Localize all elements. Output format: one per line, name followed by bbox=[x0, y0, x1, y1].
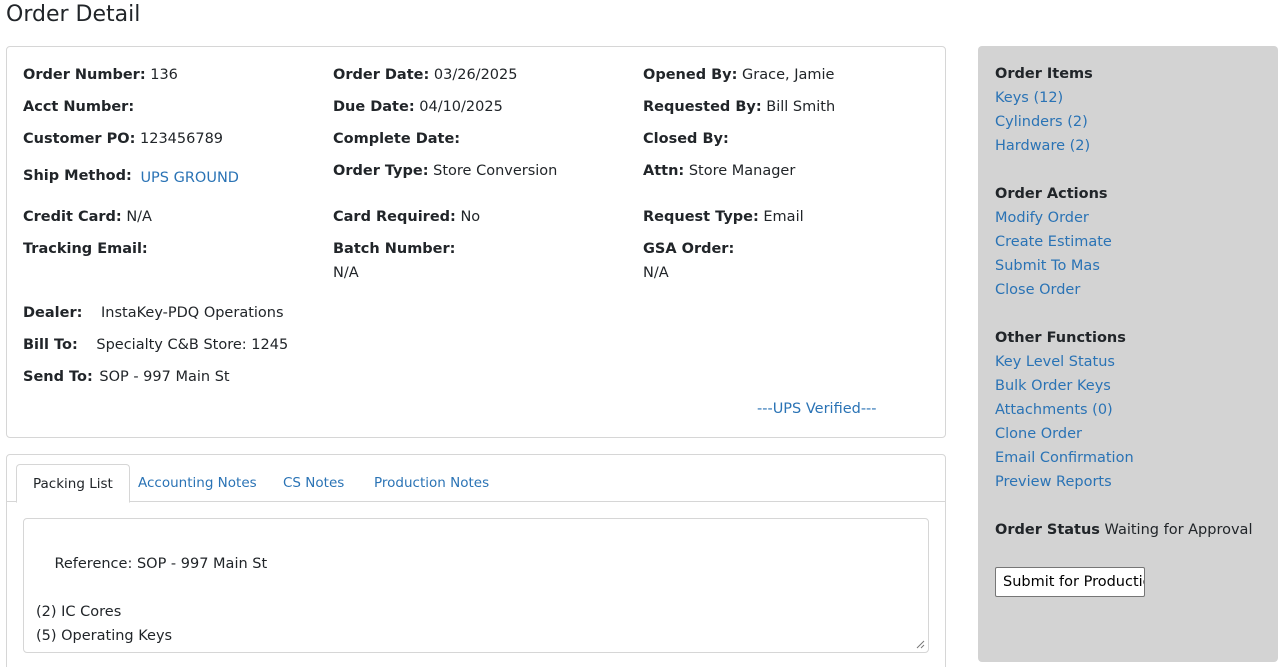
opened-by-value: Grace, Jamie bbox=[742, 67, 835, 83]
customer-po-value: 123456789 bbox=[140, 131, 224, 147]
dealer-value: InstaKey-PDQ Operations bbox=[101, 305, 284, 321]
tab-production-notes[interactable]: Production Notes bbox=[358, 464, 505, 503]
opened-by-label: Opened By: bbox=[643, 67, 738, 83]
requested-by-label: Requested By: bbox=[643, 99, 762, 115]
tracking-email-field: Tracking Email: bbox=[23, 241, 148, 257]
credit-card-value: N/A bbox=[126, 209, 152, 225]
requested-by-value: Bill Smith bbox=[766, 99, 836, 115]
order-items-heading: Order Items bbox=[995, 66, 1093, 82]
order-item-hardware-link[interactable]: Hardware (2) bbox=[995, 138, 1090, 154]
batch-number-value: N/A bbox=[333, 265, 359, 281]
bill-to-label: Bill To: bbox=[23, 337, 78, 353]
bill-to-field: Bill To: Specialty C&B Store: 1245 bbox=[23, 337, 288, 353]
credit-card-label: Credit Card: bbox=[23, 209, 122, 225]
order-date-field: Order Date: 03/26/2025 bbox=[333, 67, 517, 83]
bulk-order-keys-link[interactable]: Bulk Order Keys bbox=[995, 378, 1111, 394]
key-level-status-link[interactable]: Key Level Status bbox=[995, 354, 1115, 370]
submit-to-mas-link[interactable]: Submit To Mas bbox=[995, 258, 1100, 274]
card-required-label: Card Required: bbox=[333, 209, 456, 225]
resize-grip-icon[interactable] bbox=[915, 639, 925, 649]
request-type-value: Email bbox=[763, 209, 804, 225]
order-item-cylinders-link[interactable]: Cylinders (2) bbox=[995, 114, 1088, 130]
gsa-order-label: GSA Order: bbox=[643, 241, 735, 257]
complete-date-field: Complete Date: bbox=[333, 131, 460, 147]
close-order-link[interactable]: Close Order bbox=[995, 282, 1080, 298]
due-date-label: Due Date: bbox=[333, 99, 415, 115]
credit-card-field: Credit Card: N/A bbox=[23, 209, 152, 225]
tracking-email-label: Tracking Email: bbox=[23, 241, 148, 257]
send-to-field: Send To: SOP - 997 Main St bbox=[23, 369, 230, 385]
order-status-label: Order Status bbox=[995, 522, 1100, 538]
order-date-label: Order Date: bbox=[333, 67, 430, 83]
request-type-field: Request Type: Email bbox=[643, 209, 804, 225]
attachments-link[interactable]: Attachments (0) bbox=[995, 402, 1113, 418]
other-functions-heading: Other Functions bbox=[995, 330, 1126, 346]
packing-list-text: Reference: SOP - 997 Main St (2) IC Core… bbox=[36, 556, 268, 644]
tab-cs-notes[interactable]: CS Notes bbox=[267, 464, 360, 503]
order-number-label: Order Number: bbox=[23, 67, 146, 83]
order-type-label: Order Type: bbox=[333, 163, 429, 179]
order-status: Order Status Waiting for Approval bbox=[995, 522, 1252, 538]
complete-date-label: Complete Date: bbox=[333, 131, 461, 147]
ship-method-label: Ship Method: bbox=[23, 168, 132, 184]
dealer-label: Dealer: bbox=[23, 305, 83, 321]
send-to-label: Send To: bbox=[23, 369, 93, 385]
closed-by-label: Closed By: bbox=[643, 131, 729, 147]
request-type-label: Request Type: bbox=[643, 209, 759, 225]
tab-strip: Packing List Accounting Notes CS Notes P… bbox=[7, 455, 945, 503]
order-actions-heading: Order Actions bbox=[995, 186, 1108, 202]
tab-packing-list[interactable]: Packing List bbox=[16, 464, 130, 503]
email-confirmation-link[interactable]: Email Confirmation bbox=[995, 450, 1134, 466]
packing-list-textarea[interactable]: Reference: SOP - 997 Main St (2) IC Core… bbox=[23, 518, 929, 653]
opened-by-field: Opened By: Grace, Jamie bbox=[643, 67, 834, 83]
order-item-keys-link[interactable]: Keys (12) bbox=[995, 90, 1063, 106]
ship-method-field: Ship Method: UPS GROUND bbox=[23, 168, 239, 186]
order-number-field: Order Number: 136 bbox=[23, 67, 178, 83]
attn-field: Attn: Store Manager bbox=[643, 163, 795, 179]
bill-to-value: Specialty C&B Store: 1245 bbox=[96, 337, 289, 353]
notes-tabs-card: Packing List Accounting Notes CS Notes P… bbox=[6, 454, 946, 667]
modify-order-link[interactable]: Modify Order bbox=[995, 210, 1089, 226]
order-date-value: 03/26/2025 bbox=[433, 67, 518, 83]
requested-by-field: Requested By: Bill Smith bbox=[643, 99, 835, 115]
gsa-order-value: N/A bbox=[643, 265, 669, 281]
acct-number-label: Acct Number: bbox=[23, 99, 135, 115]
order-type-field: Order Type: Store Conversion bbox=[333, 163, 557, 179]
dealer-field: Dealer: InstaKey-PDQ Operations bbox=[23, 305, 284, 321]
batch-number-field: Batch Number: bbox=[333, 241, 455, 257]
ship-method-link[interactable]: UPS GROUND bbox=[140, 170, 239, 186]
batch-number-label: Batch Number: bbox=[333, 241, 456, 257]
submit-for-production-button[interactable]: Submit for Production bbox=[995, 567, 1145, 597]
due-date-value: 04/10/2025 bbox=[419, 99, 503, 115]
attn-value: Store Manager bbox=[688, 163, 796, 179]
ups-verified-link[interactable]: ---UPS Verified--- bbox=[757, 401, 877, 417]
closed-by-field: Closed By: bbox=[643, 131, 729, 147]
attn-label: Attn: bbox=[643, 163, 685, 179]
order-sidebar: Order Items Keys (12) Cylinders (2) Hard… bbox=[978, 46, 1278, 662]
gsa-order-field: GSA Order: bbox=[643, 241, 734, 257]
create-estimate-link[interactable]: Create Estimate bbox=[995, 234, 1112, 250]
order-type-value: Store Conversion bbox=[433, 163, 558, 179]
customer-po-field: Customer PO: 123456789 bbox=[23, 131, 223, 147]
customer-po-label: Customer PO: bbox=[23, 131, 136, 147]
order-info-card: Order Number: 136 Acct Number: Customer … bbox=[6, 46, 946, 438]
send-to-value: SOP - 997 Main St bbox=[99, 369, 230, 385]
preview-reports-link[interactable]: Preview Reports bbox=[995, 474, 1112, 490]
clone-order-link[interactable]: Clone Order bbox=[995, 426, 1082, 442]
tab-accounting-notes[interactable]: Accounting Notes bbox=[122, 464, 273, 503]
order-status-value: Waiting for Approval bbox=[1104, 522, 1253, 538]
due-date-field: Due Date: 04/10/2025 bbox=[333, 99, 503, 115]
order-number-value: 136 bbox=[150, 67, 178, 83]
acct-number-field: Acct Number: bbox=[23, 99, 134, 115]
page-title: Order Detail bbox=[6, 2, 141, 27]
card-required-field: Card Required: No bbox=[333, 209, 480, 225]
card-required-value: No bbox=[460, 209, 481, 225]
